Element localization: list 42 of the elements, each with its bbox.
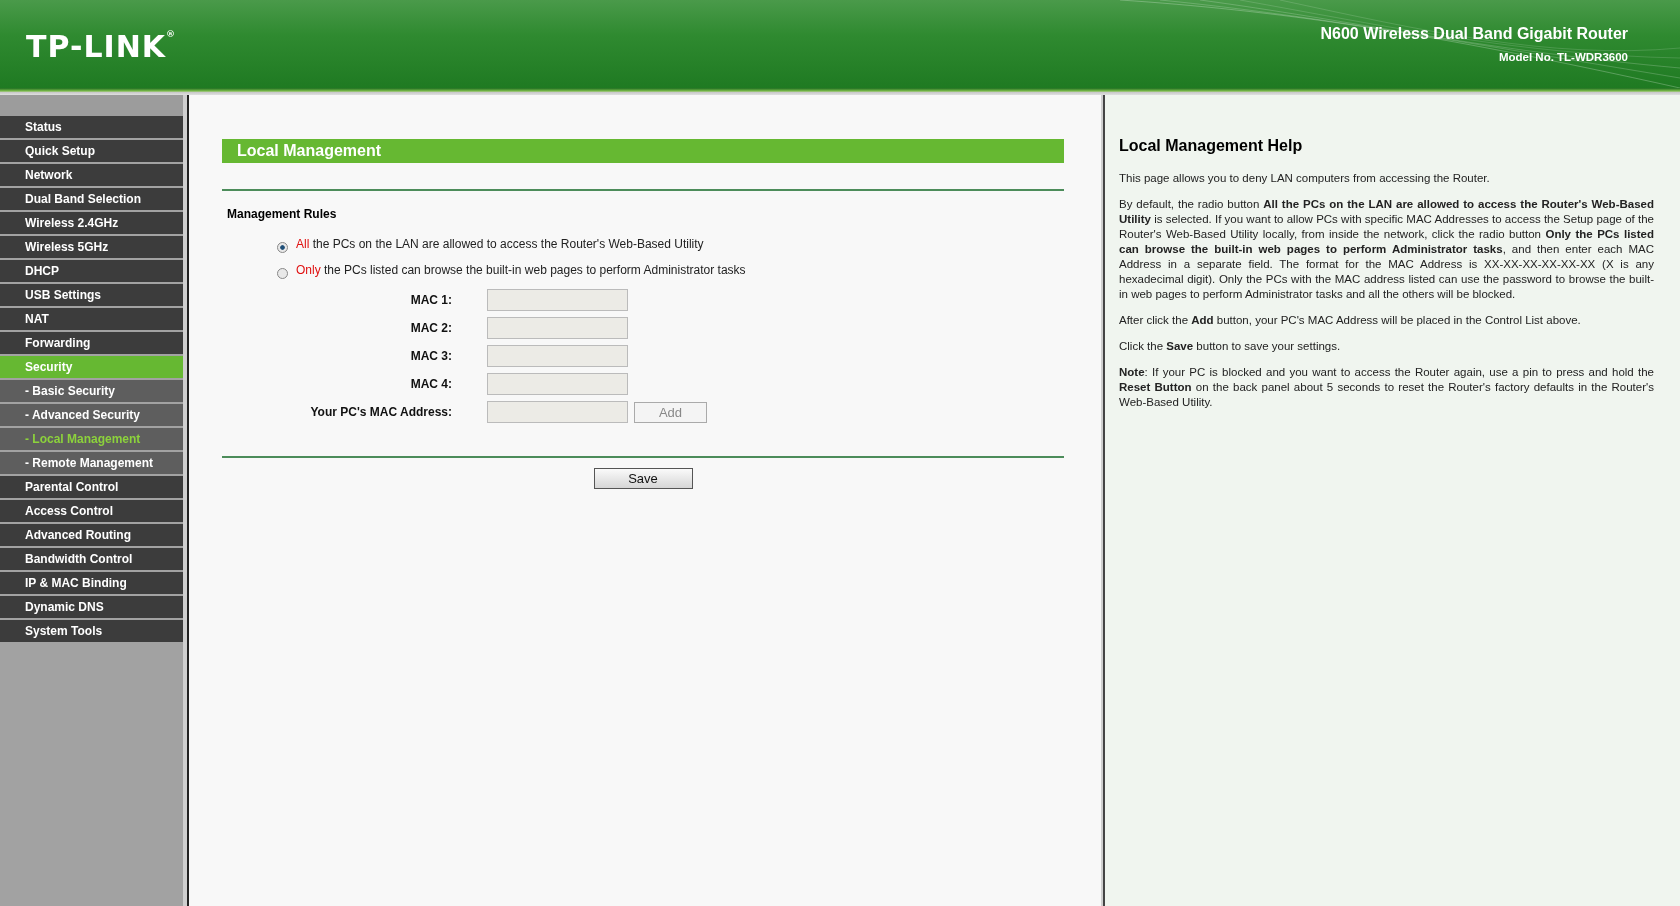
option-label: Only the PCs listed can browse the built-in web pages to perform Administrator tasks (296, 263, 746, 277)
sidebar-item[interactable]: Forwarding (0, 332, 183, 354)
sidebar-item[interactable]: Wireless 2.4GHz (0, 212, 183, 234)
sidebar-item[interactable]: System Tools (0, 620, 183, 642)
sidebar-item[interactable]: Bandwidth Control (0, 548, 183, 570)
save-button[interactable]: Save (593, 468, 693, 489)
sidebar-item[interactable]: - Advanced Security (0, 404, 183, 426)
help-title: Local Management Help (1119, 137, 1304, 155)
sidebar-item[interactable]: Dynamic DNS (0, 596, 183, 618)
sidebar-item[interactable]: NAT (0, 308, 183, 330)
product-name: N600 Wireless Dual Band Gigabit Router (1320, 25, 1628, 43)
sidebar-item[interactable]: Parental Control (0, 476, 183, 498)
sidebar-item[interactable]: Wireless 5GHz (0, 236, 183, 258)
page-title: Local Management (222, 139, 1064, 163)
option-label: All the PCs on the LAN are allowed to access the Router's Web-Based Utility (296, 237, 704, 251)
radio-button[interactable] (277, 267, 288, 279)
sidebar-item[interactable]: - Local Management (0, 428, 183, 450)
field-label: MAC 1: (409, 293, 452, 307)
field-label: MAC 3: (409, 349, 452, 363)
sidebar-item[interactable]: - Remote Management (0, 452, 183, 474)
help-paragraph: Click the Save button to save your settings. (1119, 339, 1342, 354)
section-label: Management Rules (227, 207, 338, 221)
field-label: MAC 4: (409, 377, 452, 391)
field-label: Your PC's MAC Address: (309, 405, 452, 419)
sidebar-item[interactable]: Network (0, 164, 183, 186)
sidebar-item[interactable]: IP & MAC Binding (0, 572, 183, 594)
sidebar-item[interactable]: Access Control (0, 500, 183, 522)
sidebar-item[interactable]: - Basic Security (0, 380, 183, 402)
sidebar-item[interactable]: Status (0, 116, 183, 138)
help-paragraph: Note: If your PC is blocked and you want to access the Router again, use a pin to press and hold the Reset Button on the back panel about 5 seconds to reset the Router's factory defaults in the Router's Web-Based Utility. (1119, 365, 1654, 410)
field-label: MAC 2: (409, 321, 452, 335)
sidebar-item[interactable]: DHCP (0, 260, 183, 282)
sidebar-item[interactable]: Quick Setup (0, 140, 183, 162)
model-number: Model No. TL-WDR3600 (1497, 51, 1628, 63)
help-paragraph: This page allows you to deny LAN computers from accessing the Router. (1119, 171, 1491, 186)
radio-button[interactable] (277, 241, 288, 253)
help-paragraph: After click the Add button, your PC's MAC Address will be placed in the Control List above. (1119, 313, 1582, 328)
logo: TP-LINK$^{®}$ (26, 28, 176, 64)
sidebar-item[interactable]: USB Settings (0, 284, 183, 306)
sidebar-item[interactable]: Dual Band Selection (0, 188, 183, 210)
help-paragraph: By default, the radio button All the PCs on the LAN are allowed to access the Router's Web-Based Utility is selected. If you want to allow PCs with specific MAC Addresses to access the Setup page of the Router's Web-Based Utility locally, from inside the network, click the radio button Only the PCs listed can browse the built-in web pages to perform Administrator tasks, and then enter each MAC Address in a separate field. The format for the MAC Address is XX-XX-XX-XX-XX-XX (X is any hexadecimal digit). Only the PCs with the MAC address listed can use the password to browse the built-in web pages to perform Administrator tasks and all the others will be blocked. (1119, 197, 1654, 302)
sidebar-item[interactable]: Advanced Routing (0, 524, 183, 546)
